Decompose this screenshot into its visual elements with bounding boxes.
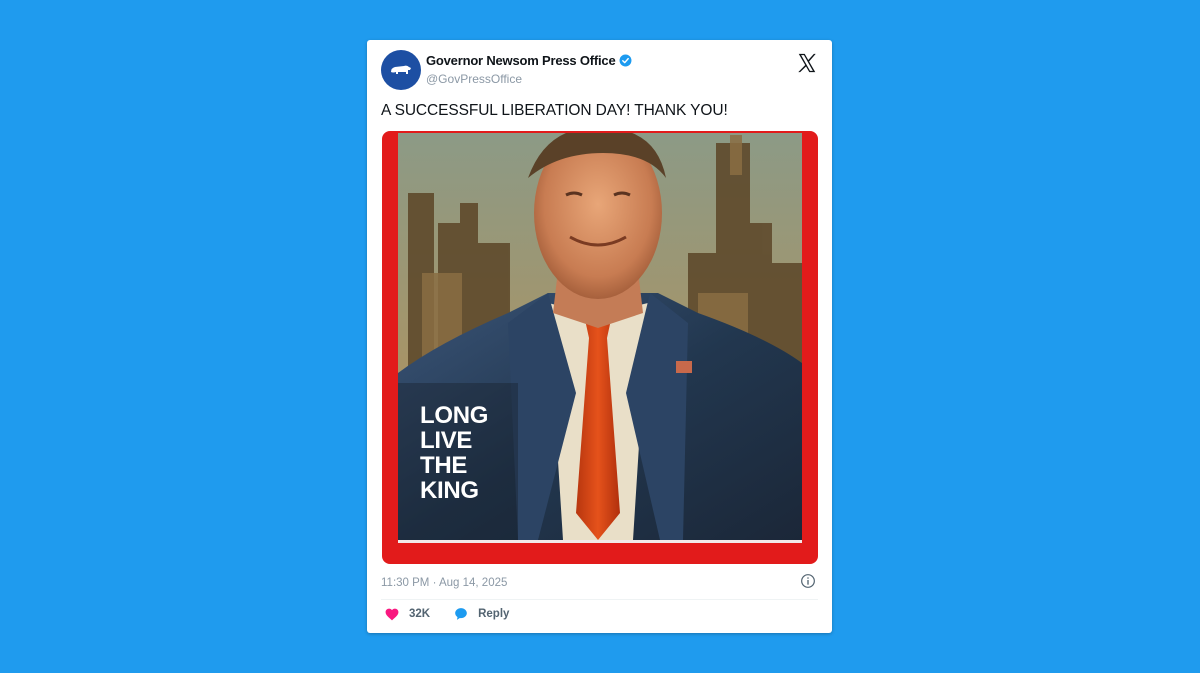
heart-icon bbox=[385, 608, 399, 620]
page-background: Governor Newsom Press Office @GovPressOf… bbox=[0, 0, 1200, 673]
x-logo-icon[interactable] bbox=[796, 52, 818, 74]
display-name[interactable]: Governor Newsom Press Office bbox=[426, 53, 616, 68]
timestamp-row: 11:30 PM · Aug 14, 2025 bbox=[381, 573, 818, 600]
speech-bubble-icon bbox=[455, 608, 467, 620]
info-icon[interactable] bbox=[800, 573, 816, 589]
reply-button[interactable]: Reply bbox=[454, 607, 509, 621]
caption-line: LONG bbox=[420, 402, 489, 429]
caption-line: LIVE bbox=[420, 427, 473, 454]
image-caption: LONG LIVE THE KING bbox=[420, 403, 488, 503]
painted-portrait-image: LONG LIVE THE KING bbox=[398, 133, 802, 543]
post-image[interactable]: LONG LIVE THE KING bbox=[382, 131, 818, 564]
post-text: A SUCCESSFUL LIBERATION DAY! THANK YOU! bbox=[381, 102, 728, 119]
caption-line: THE bbox=[420, 452, 468, 479]
verified-badge-icon bbox=[620, 54, 632, 67]
like-button[interactable]: 32K bbox=[385, 608, 430, 621]
caption-line: KING bbox=[420, 477, 479, 504]
like-count: 32K bbox=[409, 608, 431, 620]
author-block: Governor Newsom Press Office @GovPressOf… bbox=[426, 53, 632, 86]
post-timestamp[interactable]: 11:30 PM · Aug 14, 2025 bbox=[381, 577, 507, 589]
california-bear-icon bbox=[391, 65, 411, 74]
post-header: Governor Newsom Press Office @GovPressOf… bbox=[381, 50, 820, 94]
user-handle[interactable]: @GovPressOffice bbox=[426, 72, 632, 86]
post-card[interactable]: Governor Newsom Press Office @GovPressOf… bbox=[367, 40, 832, 633]
avatar[interactable] bbox=[381, 50, 421, 90]
post-actions: 32K Reply bbox=[385, 607, 509, 621]
reply-label: Reply bbox=[478, 608, 510, 620]
